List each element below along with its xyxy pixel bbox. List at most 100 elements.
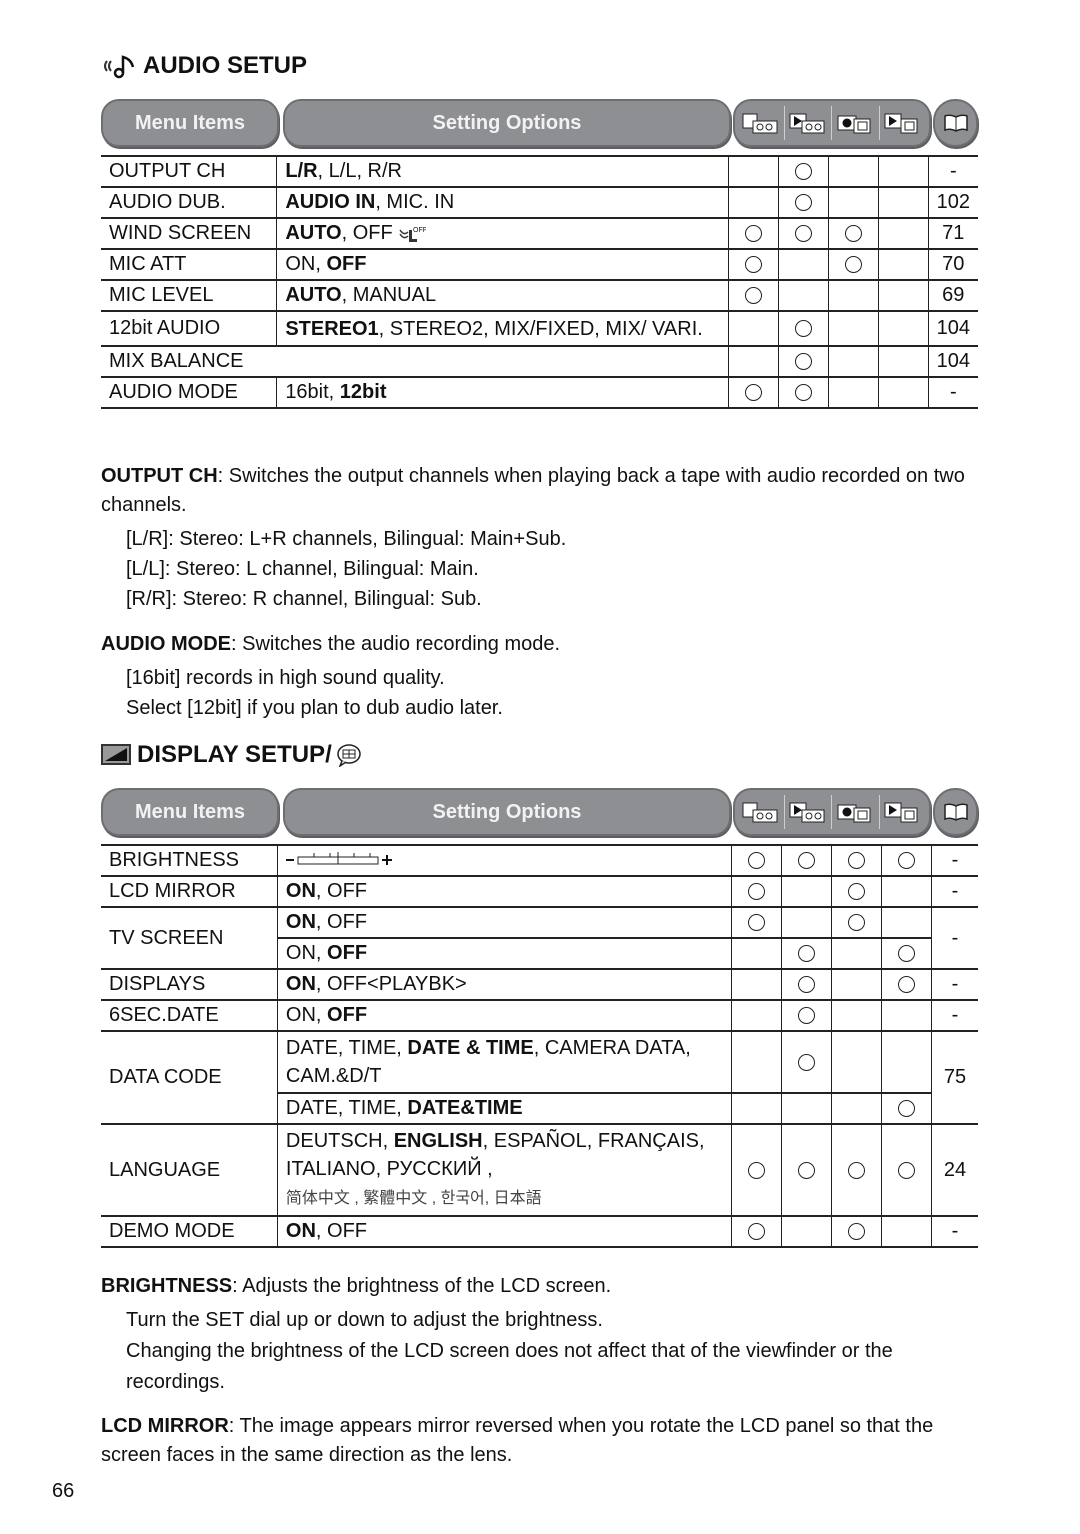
mode-icons-header xyxy=(733,788,931,836)
audio-note-icon xyxy=(104,55,135,79)
circle-mark-icon xyxy=(748,914,766,932)
mode-cell xyxy=(728,279,779,312)
circle-mark-icon xyxy=(748,883,766,901)
setting-options-header: Setting Options xyxy=(283,788,731,836)
mode-cell xyxy=(877,155,929,188)
output-ch-note: OUTPUT CH: Switches the output channels … xyxy=(101,465,965,516)
table-row: AUDIO MODE 16bit, 12bit - xyxy=(101,376,978,409)
mode-cell xyxy=(881,937,932,970)
menu-item: 12bit AUDIO xyxy=(101,310,277,347)
mode-cell xyxy=(778,310,829,347)
setting-options: L/R, L/L, R/R xyxy=(276,155,729,188)
mode-cell xyxy=(881,844,932,877)
mode-cell xyxy=(731,1215,782,1248)
mode-cell xyxy=(828,279,879,312)
mode-cell xyxy=(731,875,782,908)
audio-setup-table: OUTPUT CH L/R, L/L, R/R - AUDIO DUB. AUDIO I… xyxy=(101,155,978,409)
setting-options: STEREO1, STEREO2, MIX/FIXED, MIX/ VARI. xyxy=(276,310,729,347)
circle-mark-icon xyxy=(848,1161,866,1179)
circle-mark-icon xyxy=(745,384,763,402)
menu-item: AUDIO DUB. xyxy=(101,186,277,219)
circle-mark-icon xyxy=(798,976,816,994)
mode-cell xyxy=(731,1123,782,1217)
menu-item: OUTPUT CH xyxy=(101,155,277,188)
circle-mark-icon xyxy=(798,1007,816,1025)
mode-cell xyxy=(877,310,929,347)
mode-cell xyxy=(728,310,779,347)
page-number: 66 xyxy=(52,1480,75,1502)
circle-mark-icon xyxy=(898,1161,915,1179)
mode-cell xyxy=(831,937,882,970)
mode-cell xyxy=(778,186,829,219)
circle-mark-icon xyxy=(844,225,862,243)
mode-cell xyxy=(828,248,879,281)
mode-cell xyxy=(781,1092,832,1125)
page-ref: - xyxy=(927,376,978,409)
camera-card-icon xyxy=(836,110,876,136)
lr-note: [L/R]: Stereo: L+R channels, Bilingual: … xyxy=(126,528,567,550)
mode-cell xyxy=(731,968,782,1001)
mode-cell xyxy=(781,844,832,877)
menu-items-header: Menu Items xyxy=(101,788,279,836)
book-icon-header xyxy=(933,788,978,836)
mode-cell xyxy=(728,248,779,281)
mode-cell xyxy=(781,1215,832,1248)
mode-cell xyxy=(877,248,929,281)
table-row: 12bit AUDIO STEREO1, STEREO2, MIX/FIXED, … xyxy=(101,310,978,347)
mode-cell xyxy=(881,1215,932,1248)
mode-cell xyxy=(831,875,882,908)
display-icon xyxy=(101,744,131,765)
mode-cell xyxy=(877,345,929,378)
mode-cell xyxy=(778,248,829,281)
brightness-note: BRIGHTNESS: Adjusts the brightness of th… xyxy=(101,1275,612,1297)
mode-cell xyxy=(877,376,929,409)
menu-item: AUDIO MODE xyxy=(101,376,277,409)
mode-cell xyxy=(828,310,879,347)
mode-cell xyxy=(731,999,782,1032)
mode-cell xyxy=(831,1092,882,1125)
circle-mark-icon xyxy=(898,945,915,963)
mode-cell xyxy=(778,376,829,409)
mode-cell xyxy=(778,345,829,378)
audio-mode-note: AUDIO MODE: Switches the audio recording… xyxy=(101,633,561,655)
circle-mark-icon xyxy=(795,320,813,338)
page-ref: - xyxy=(927,155,978,188)
mode-cell xyxy=(828,345,879,378)
brightness-note-1: Turn the SET dial up or down to adjust t… xyxy=(126,1309,603,1331)
circle-mark-icon xyxy=(745,256,763,274)
setting-options-header: Setting Options xyxy=(283,99,731,147)
page-ref: 104 xyxy=(927,310,978,347)
circle-mark-icon xyxy=(795,225,813,243)
mode-cell xyxy=(881,968,932,1001)
mode-cell xyxy=(881,1123,932,1217)
circle-mark-icon xyxy=(844,256,862,274)
mode-cell xyxy=(781,875,832,908)
mode-cell xyxy=(778,155,829,188)
mode-cell xyxy=(881,1030,932,1094)
setting-options: AUDIO IN, MIC. IN xyxy=(276,186,729,219)
page-ref: 104 xyxy=(927,345,978,378)
table-row-language: LANGUAGE DEUTSCH, ENGLISH, ESPAÑOL, FRAN… xyxy=(101,1123,978,1217)
circle-mark-icon xyxy=(795,353,813,371)
mode-cell xyxy=(781,999,832,1032)
display-setup-title: DISPLAY SETUP/ xyxy=(101,741,362,769)
table-row-6sec-date: 6SEC.DATE ON, OFF - xyxy=(101,999,978,1032)
mode-cell xyxy=(828,217,879,250)
mode-cell xyxy=(728,217,779,250)
mode-cell xyxy=(877,217,929,250)
circle-mark-icon xyxy=(795,163,813,181)
mode-cell xyxy=(881,1092,932,1125)
circle-mark-icon xyxy=(748,1223,766,1241)
setting-options: AUTO, OFF OFF xyxy=(276,217,729,250)
mode-cell xyxy=(778,217,829,250)
mode-cell xyxy=(831,1030,882,1094)
lcd-mirror-note: LCD MIRROR: The image appears mirror rev… xyxy=(101,1415,934,1466)
play-card-icon xyxy=(883,799,923,825)
mode-cell xyxy=(728,345,779,378)
audio-notes: OUTPUT CH: Switches the output channels … xyxy=(101,462,981,723)
setting-options: AUTO, MANUAL xyxy=(276,279,729,312)
menu-item: MIX BALANCE xyxy=(101,345,729,378)
circle-mark-icon xyxy=(798,1053,816,1071)
mode-cell xyxy=(828,376,879,409)
mode-cell xyxy=(728,155,779,188)
